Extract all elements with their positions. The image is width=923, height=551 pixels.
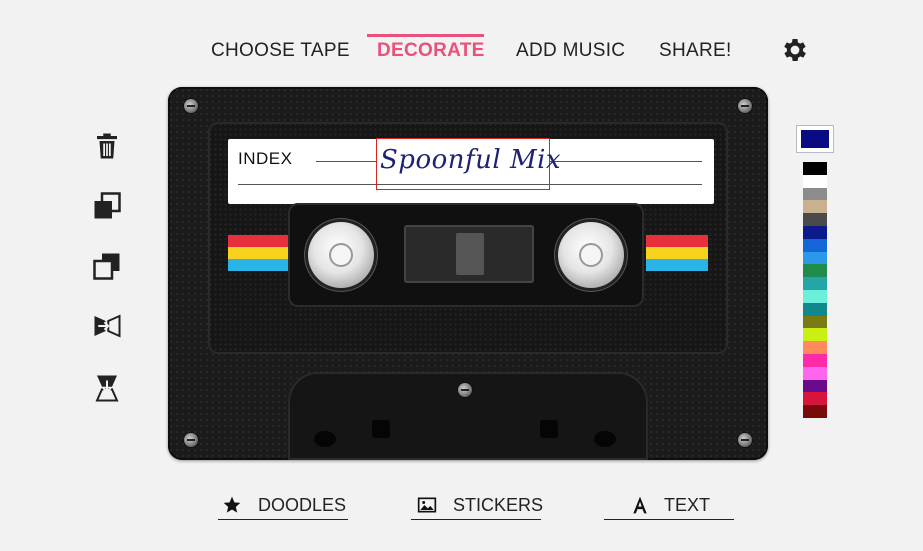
- color-swatch[interactable]: [803, 251, 827, 265]
- nav-decorate[interactable]: DECORATE: [377, 40, 485, 62]
- right-reel: [558, 222, 624, 288]
- active-tab-indicator: [367, 34, 484, 37]
- bring-forward-icon[interactable]: [92, 191, 122, 221]
- selected-color-swatch[interactable]: [796, 125, 834, 153]
- color-swatch[interactable]: [803, 341, 827, 354]
- color-swatch[interactable]: [803, 315, 827, 329]
- color-palette: [803, 162, 827, 418]
- index-text: INDEX: [238, 149, 293, 168]
- index-label[interactable]: INDEX Spoonful Mix: [228, 138, 714, 204]
- flip-vertical-icon[interactable]: [92, 373, 122, 403]
- selected-color: [801, 130, 829, 148]
- send-backward-icon[interactable]: [92, 251, 122, 281]
- color-swatch[interactable]: [803, 302, 827, 316]
- tab-text[interactable]: TEXT: [604, 493, 734, 520]
- color-swatch[interactable]: [803, 187, 827, 201]
- nav-choose-tape[interactable]: CHOOSE TAPE: [211, 40, 350, 62]
- star-icon: [223, 496, 241, 513]
- color-swatch[interactable]: [803, 277, 827, 290]
- left-reel: [308, 222, 374, 288]
- color-swatch[interactable]: [803, 213, 827, 226]
- cassette-tape: INDEX Spoonful Mix: [168, 87, 768, 460]
- color-swatch[interactable]: [803, 225, 827, 239]
- flip-horizontal-icon[interactable]: [92, 311, 122, 341]
- color-swatch[interactable]: [803, 366, 827, 380]
- tab-text-label: TEXT: [664, 495, 711, 515]
- screw: [738, 433, 752, 447]
- color-swatch[interactable]: [803, 200, 827, 214]
- trash-icon[interactable]: [92, 131, 122, 161]
- image-icon: [417, 497, 437, 513]
- tab-doodles-label: DOODLES: [258, 495, 347, 515]
- color-swatch[interactable]: [803, 264, 827, 278]
- top-navigation: CHOOSE TAPE DECORATE ADD MUSIC SHARE!: [0, 0, 923, 80]
- color-swatch[interactable]: [803, 379, 827, 393]
- color-swatch[interactable]: [803, 328, 827, 342]
- tab-stickers-label: STICKERS: [453, 495, 544, 515]
- color-swatch[interactable]: [803, 238, 827, 252]
- tape-title-text[interactable]: Spoonful Mix: [380, 145, 561, 175]
- color-swatch[interactable]: [803, 392, 827, 406]
- tab-stickers[interactable]: STICKERS: [411, 493, 544, 520]
- tab-doodles[interactable]: DOODLES: [218, 493, 348, 520]
- screw: [184, 433, 198, 447]
- gear-icon[interactable]: [780, 35, 810, 65]
- color-swatch[interactable]: [803, 162, 827, 175]
- color-swatch[interactable]: [803, 353, 827, 367]
- nav-share[interactable]: SHARE!: [659, 40, 732, 62]
- screw: [458, 383, 472, 397]
- left-color-stripes: [228, 235, 290, 283]
- screw: [184, 99, 198, 113]
- tape-window: [404, 225, 534, 283]
- right-color-stripes: [646, 235, 708, 283]
- text-icon: [633, 496, 647, 514]
- nav-add-music[interactable]: ADD MUSIC: [516, 40, 625, 62]
- screw: [738, 99, 752, 113]
- color-swatch[interactable]: [803, 405, 827, 418]
- color-swatch[interactable]: [803, 289, 827, 303]
- color-swatch[interactable]: [803, 174, 827, 188]
